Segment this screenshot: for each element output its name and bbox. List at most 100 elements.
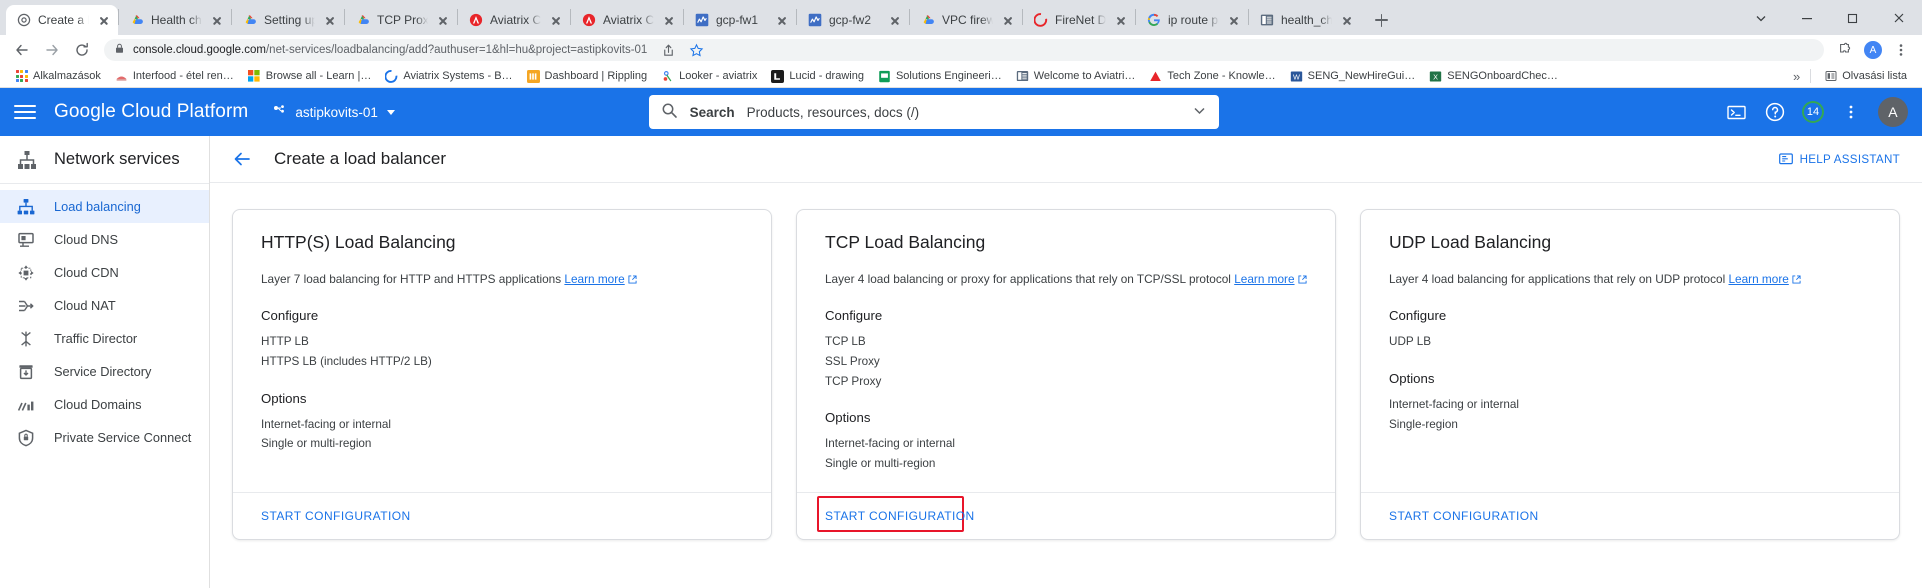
tab-close-icon[interactable] — [548, 12, 564, 28]
new-tab-button[interactable] — [1367, 6, 1395, 34]
cloud-shell-icon[interactable] — [1726, 101, 1748, 123]
help-assistant-icon — [1779, 152, 1793, 166]
user-avatar[interactable]: A — [1878, 97, 1908, 127]
bookmark-item[interactable]: Browse all - Learn |… — [241, 66, 379, 86]
browser-tab[interactable]: Health checks — [119, 5, 231, 35]
gcp-brand-title[interactable]: Google Cloud Platform — [54, 101, 248, 123]
slides-icon — [878, 70, 891, 83]
browser-tab[interactable]: Setting up TC — [232, 5, 344, 35]
global-search-bar[interactable]: Search Products, resources, docs (/) — [649, 95, 1219, 129]
card-body: UDP Load Balancing Layer 4 load balancing… — [1361, 210, 1899, 492]
aviatrix-icon — [581, 12, 597, 28]
browser-tab[interactable]: FireNet Detail — [1023, 5, 1135, 35]
address-bar[interactable]: console.cloud.google.com/net-services/lo… — [104, 39, 1824, 61]
back-button[interactable] — [8, 36, 36, 64]
chrome-menu-button[interactable] — [1888, 37, 1914, 63]
back-arrow-icon[interactable] — [232, 149, 252, 169]
help-assistant-button[interactable]: HELP ASSISTANT — [1779, 152, 1900, 166]
profile-avatar[interactable]: A — [1860, 37, 1886, 63]
sidebar-item-cloud-domains[interactable]: Cloud Domains — [0, 388, 209, 421]
tab-close-icon[interactable] — [1339, 12, 1355, 28]
learn-more-link[interactable]: Learn more — [564, 272, 624, 286]
start-configuration-button[interactable]: START CONFIGURATION — [261, 509, 411, 523]
browser-tab[interactable]: TCP Proxy Loa — [345, 5, 457, 35]
tab-close-icon[interactable] — [774, 12, 790, 28]
share-icon[interactable] — [655, 37, 681, 63]
tab-close-icon[interactable] — [1000, 12, 1016, 28]
bookmark-item[interactable]: Tech Zone - Knowle… — [1142, 66, 1282, 86]
bookmark-item[interactable]: Aviatrix Systems - B… — [378, 66, 519, 86]
notifications-badge[interactable]: 14 — [1802, 101, 1824, 123]
document-icon — [1259, 12, 1275, 28]
tab-close-icon[interactable] — [1226, 12, 1242, 28]
maximize-button[interactable] — [1830, 2, 1876, 34]
hamburger-menu-icon[interactable] — [14, 104, 36, 120]
bookmark-item[interactable]: Welcome to Aviatri… — [1009, 66, 1143, 86]
tab-close-icon[interactable] — [209, 12, 225, 28]
sidebar-item-load-balancing[interactable]: Load balancing — [0, 190, 209, 223]
configure-item: SSL Proxy — [825, 352, 1307, 372]
tab-close-icon[interactable] — [96, 12, 112, 28]
lucid-icon — [771, 70, 784, 83]
tab-close-icon[interactable] — [1113, 12, 1129, 28]
search-chevron-down-icon[interactable] — [1192, 103, 1207, 121]
configure-list: TCP LBSSL ProxyTCP Proxy — [825, 332, 1307, 391]
card-body: TCP Load BalancingLayer 4 load balancing… — [797, 210, 1335, 492]
forward-button[interactable] — [38, 36, 66, 64]
card-body: HTTP(S) Load BalancingLayer 7 load balan… — [233, 210, 771, 492]
list-all-tabs-button[interactable] — [1738, 2, 1784, 34]
browser-tab[interactable]: Aviatrix Contr — [458, 5, 570, 35]
close-window-button[interactable] — [1876, 2, 1922, 34]
bookmark-item[interactable]: Looker - aviatrix — [654, 66, 764, 86]
card-description: Layer 4 load balancing or proxy for appl… — [825, 270, 1307, 288]
bookmarks-overflow-button[interactable]: » — [1789, 69, 1804, 84]
sidebar-item-cloud-dns[interactable]: Cloud DNS — [0, 223, 209, 256]
learn-more-link[interactable]: Learn more — [1234, 272, 1294, 286]
browser-tab[interactable]: Aviatrix Copilo — [571, 5, 683, 35]
bookmark-label: Aviatrix Systems - B… — [403, 70, 512, 82]
browser-tab[interactable]: ip route proto — [1136, 5, 1248, 35]
project-selector[interactable]: astipkovits-01 — [272, 103, 395, 122]
options-heading: Options — [261, 391, 743, 406]
sidebar-item-traffic-director[interactable]: Traffic Director — [0, 322, 209, 355]
reading-list-button[interactable]: Olvasási lista — [1817, 66, 1914, 86]
bookmark-item[interactable]: WSENG_NewHireGui… — [1283, 66, 1423, 86]
sidebar-item-service-directory[interactable]: Service Directory — [0, 355, 209, 388]
kebab-menu-icon[interactable] — [1840, 101, 1862, 123]
start-configuration-button[interactable]: START CONFIGURATION — [825, 509, 975, 523]
card-title: UDP Load Balancing — [1389, 232, 1871, 253]
puzzle-icon[interactable] — [1832, 37, 1858, 63]
browser-tab[interactable]: health_check_ — [1249, 5, 1361, 35]
svg-text:X: X — [1433, 72, 1438, 81]
tab-close-icon[interactable] — [435, 12, 451, 28]
browser-tab[interactable]: gcp-fw2 — [797, 5, 909, 35]
sidebar-item-cloud-cdn[interactable]: Cloud CDN — [0, 256, 209, 289]
reload-button[interactable] — [68, 36, 96, 64]
learn-more-link[interactable]: Learn more — [1728, 272, 1788, 286]
bookmark-item[interactable]: XSENGOnboardChec… — [1422, 66, 1565, 86]
browser-tab[interactable]: gcp-fw1 — [684, 5, 796, 35]
tab-close-icon[interactable] — [322, 12, 338, 28]
card-description: Layer 4 load balancing for applications … — [1389, 270, 1871, 288]
tab-close-icon[interactable] — [887, 12, 903, 28]
browser-tab[interactable]: VPC firewall r — [910, 5, 1022, 35]
star-icon[interactable] — [683, 37, 709, 63]
bookmark-item[interactable]: Solutions Engineeri… — [871, 66, 1009, 86]
looker-icon — [661, 70, 674, 83]
bookmark-item[interactable]: Alkalmazások — [8, 66, 108, 86]
bookmark-label: Solutions Engineeri… — [896, 70, 1002, 82]
browser-window: Create a loadHealth checksSetting up TCT… — [0, 0, 1922, 588]
options-list: Internet-facing or internalSingle or mul… — [825, 434, 1307, 473]
start-configuration-button[interactable]: START CONFIGURATION — [1389, 509, 1539, 523]
bookmark-item[interactable]: Lucid - drawing — [764, 66, 871, 86]
options-list: Internet-facing or internalSingle-region — [1389, 395, 1871, 434]
sidebar-item-private-service-connect[interactable]: Private Service Connect — [0, 421, 209, 454]
tab-close-icon[interactable] — [661, 12, 677, 28]
sidebar-item-cloud-nat[interactable]: Cloud NAT — [0, 289, 209, 322]
help-icon[interactable] — [1764, 101, 1786, 123]
minimize-button[interactable] — [1784, 2, 1830, 34]
browser-tab[interactable]: Create a load — [6, 5, 118, 35]
configure-item: TCP Proxy — [825, 372, 1307, 392]
bookmark-item[interactable]: Interfood - étel ren… — [108, 66, 241, 86]
bookmark-item[interactable]: Dashboard | Rippling — [520, 66, 655, 86]
